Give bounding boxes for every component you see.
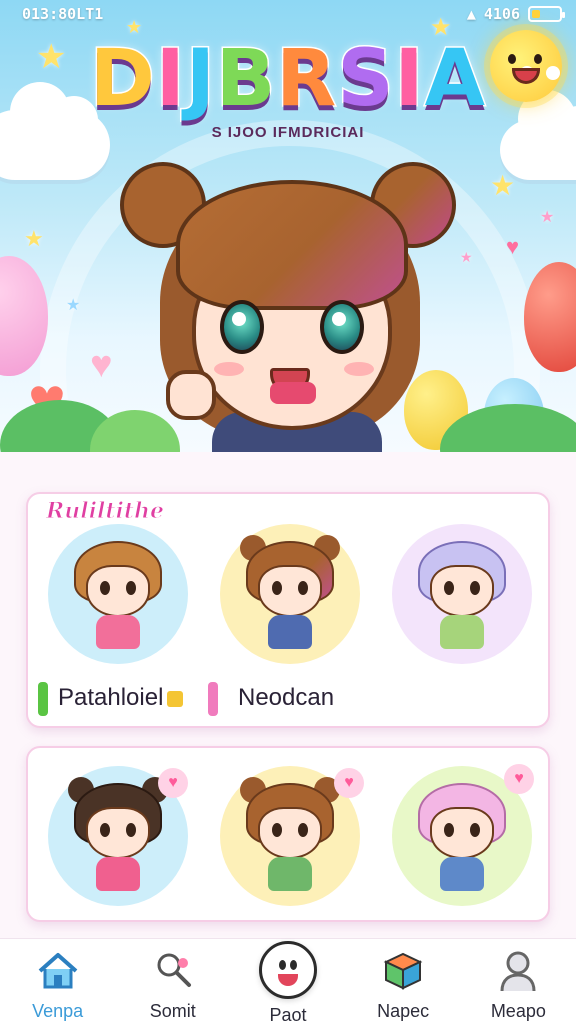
status-time: 013:80LT1 — [22, 5, 104, 23]
label-accent-pink — [208, 682, 218, 716]
bottom-nav: Venpa Somit Paot Napec Meapo — [0, 938, 576, 1024]
nav-search[interactable]: Somit — [123, 947, 223, 1022]
package-icon — [379, 947, 427, 995]
app-subtitle: S IJOO IFMDRICIAI — [211, 124, 365, 141]
sticker-pack-card[interactable]: Ruliltithe Patahloiel Neodcan — [26, 492, 550, 728]
sticker-label-2: Neodcan — [238, 684, 335, 711]
battery-text: 4106 — [483, 5, 520, 23]
sticker-pack-card-2[interactable]: ♥ ♥ ♥ — [26, 746, 550, 922]
mascot-character — [120, 150, 460, 452]
search-phone-icon — [149, 947, 197, 995]
signal-icon: ▲ — [466, 5, 476, 23]
star-icon: ★ — [24, 226, 44, 251]
mascot-hair — [176, 180, 408, 310]
mascot-eye-left — [220, 300, 264, 354]
nav-packages-label: Napec — [377, 1001, 430, 1021]
battery-icon — [528, 6, 565, 22]
app-title: DIJBRSIA — [0, 34, 576, 124]
nav-packages[interactable]: Napec — [353, 947, 453, 1022]
star-icon: ★ — [460, 249, 473, 265]
heart-icon: ♥ — [90, 344, 113, 386]
hero-banner: ★ ★ ★ ★ ★ ★ ★ ★ DIJBRSIA S IJOO IFMDRICI… — [0, 0, 576, 452]
sticker-label-1: Patahloiel — [58, 684, 184, 712]
nav-profile-label: Meapo — [490, 1001, 546, 1021]
heart-icon: ♥ — [506, 234, 520, 259]
nav-post-label: Paot — [269, 1005, 307, 1024]
heart-icon: ♥ — [504, 764, 534, 794]
nav-profile[interactable]: Meapo — [468, 947, 568, 1022]
star-icon: ★ — [490, 170, 516, 201]
mascot-bow — [270, 382, 316, 404]
nav-post[interactable]: Paot — [238, 941, 338, 1024]
mascot-fist — [166, 370, 216, 420]
mascot-eye-right — [320, 300, 364, 354]
app-title-text: DIJBRSIA — [89, 34, 487, 124]
sticker-girl-pink-dress[interactable] — [48, 524, 188, 664]
nav-search-label: Somit — [149, 1001, 196, 1021]
sticker-pack-labels: Patahloiel Neodcan — [34, 674, 534, 716]
heart-icon: ♥ — [334, 768, 364, 798]
status-indicators: ▲ 4106 — [466, 5, 565, 23]
smiley-icon — [258, 941, 317, 999]
label-accent-green — [38, 682, 48, 716]
heart-icon: ♥ — [158, 768, 188, 798]
user-icon — [494, 947, 542, 995]
house-icon — [34, 947, 82, 995]
status-bar: 013:80LT1 ▲ 4106 — [0, 0, 576, 28]
sticker-pack-title: Ruliltithe — [45, 498, 165, 525]
sticker-badge-icon — [167, 690, 184, 707]
sticker-girl-buns-blue[interactable] — [220, 524, 360, 664]
battery-level — [532, 10, 540, 18]
star-icon: ★ — [540, 209, 555, 226]
star-icon: ★ — [66, 297, 81, 314]
nav-home-label: Venpa — [32, 1001, 84, 1021]
sticker-girl-lavender-hair[interactable] — [392, 524, 532, 664]
nav-home[interactable]: Venpa — [8, 947, 108, 1022]
